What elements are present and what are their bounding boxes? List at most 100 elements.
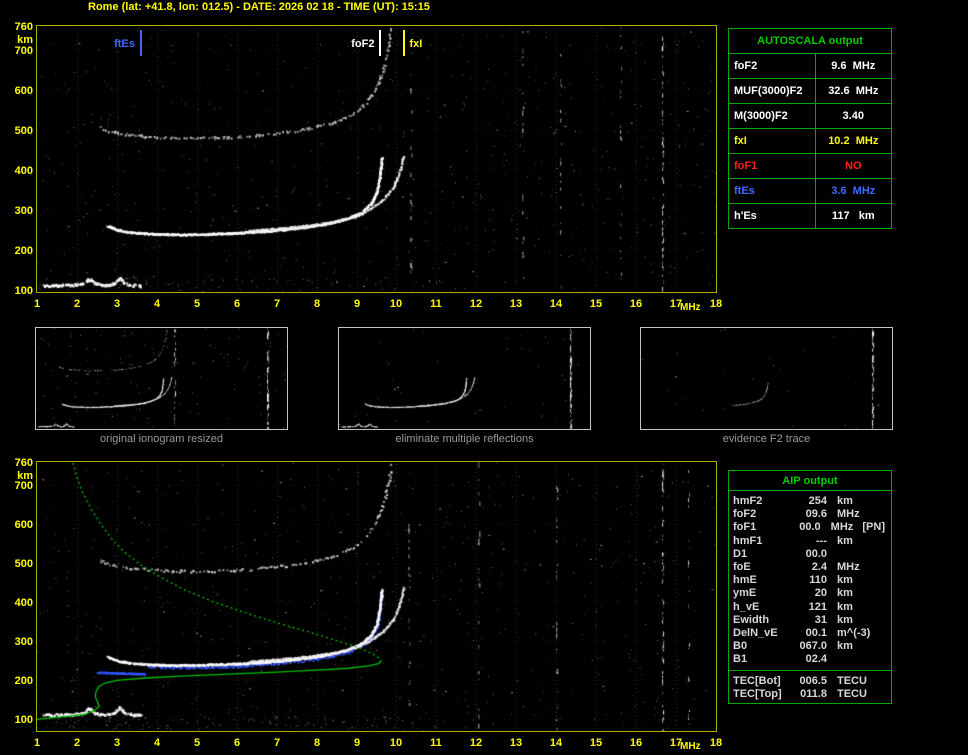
x-tick-label: 8 — [313, 737, 321, 749]
y-tick-label: 700 — [14, 45, 33, 57]
x-tick-label: 9 — [353, 737, 361, 749]
aip-row: B1 02.4 — [729, 653, 891, 666]
thumbnail-eliminate-canvas — [339, 328, 590, 429]
x-tick-label: 2 — [73, 298, 81, 310]
aip-param-value: 006.5 — [799, 674, 827, 687]
x-tick-label: 4 — [153, 298, 161, 310]
x-tick-label: 12 — [469, 737, 483, 749]
x-tick-label: 10 — [389, 298, 403, 310]
aip-param-name: hmF1 — [733, 534, 763, 547]
autoscala-row: M(3000)F2 3.40 — [728, 103, 893, 129]
autoscala-row-label: MUF(3000)F2 — [728, 78, 816, 104]
aip-param-unit: km — [837, 534, 853, 547]
autoscala-row-value: 117 km — [814, 203, 893, 229]
scaled-ionogram-canvas — [37, 26, 716, 292]
y-tick-label: 100 — [14, 285, 33, 297]
y-tick-label: 300 — [14, 205, 33, 217]
aip-row: foE 2.4 MHz — [729, 561, 891, 574]
autoscala-table-header: AUTOSCALA output — [728, 28, 892, 54]
y-tick-label: 300 — [14, 636, 33, 648]
autoscala-row-value: 3.6 MHz — [814, 178, 893, 204]
aip-param-name: DelN_vE — [733, 627, 778, 640]
aip-param-unit — [827, 653, 871, 666]
x-tick-label: 10 — [389, 737, 403, 749]
aip-row: TEC[Top] 011.8 TECU — [729, 688, 891, 701]
aip-param-name: hmE — [733, 574, 757, 587]
y-tick-label: 200 — [14, 245, 33, 257]
aip-param-value: 2.4 — [811, 561, 827, 574]
thumbnail-evidence-f2 — [640, 327, 893, 430]
x-tick-label: 5 — [193, 298, 201, 310]
x-tick-label: 6 — [233, 737, 241, 749]
y-tick-label: 400 — [14, 165, 33, 177]
y-tick-label: 760 — [14, 457, 33, 469]
aip-row: B0 067.0 km — [729, 640, 891, 653]
y-tick-label: 500 — [14, 125, 33, 137]
station-title: Rome (lat: +41.8, lon: 012.5) - DATE: 20… — [88, 1, 430, 13]
autoscala-row-label: fxI — [728, 128, 816, 154]
y-tick-label: 500 — [14, 558, 33, 570]
fof2-marker-line — [379, 30, 382, 56]
restored-ionogram-canvas — [37, 462, 716, 731]
autoscala-row-label: foF1 — [728, 153, 816, 179]
autoscala-row-value: 3.40 — [814, 103, 893, 129]
aip-param-unit: MHz — [837, 508, 860, 521]
aip-param-name: h_vE — [733, 600, 760, 613]
aip-param-unit: MHz — [830, 521, 854, 534]
x-tick-label: 14 — [549, 298, 563, 310]
autoscala-row: MUF(3000)F2 32.6 MHz — [728, 78, 893, 104]
aip-parameter-rows: hmF2 254 km foF2 09.6 MHz foF1 00.0 MHz [PN] hmF1-… — [729, 491, 891, 669]
aip-row: DelN_vE 00.1 m^(-3) — [729, 627, 891, 640]
aip-param-value: 09.6 — [805, 508, 827, 521]
x-tick-label: 3 — [113, 737, 121, 749]
aip-param-name: TEC[Bot] — [733, 674, 781, 687]
aip-output-panel: AIP output hmF2 254 km foF2 09.6 MHz foF1 00.0 M… — [728, 470, 892, 705]
aip-row: h_vE 121 km — [729, 601, 891, 614]
aip-param-value: 00.0 — [799, 521, 821, 534]
aip-param-unit — [827, 548, 871, 561]
aip-param-value: 02.4 — [805, 653, 827, 666]
thumbnail-caption-evidence: evidence F2 trace — [722, 433, 811, 445]
ftes-marker-line — [139, 30, 142, 56]
aip-param-value: 110 — [809, 574, 827, 587]
aip-row: foF1 00.0 MHz [PN] — [729, 521, 891, 534]
thumbnail-original-canvas — [36, 328, 287, 429]
x-tick-label: 3 — [113, 298, 121, 310]
aip-param-unit: km — [837, 640, 853, 653]
aip-row: hmE 110 km — [729, 574, 891, 587]
aip-row: hmF1 --- km — [729, 535, 891, 548]
aip-row: D1 00.0 — [729, 548, 891, 561]
x-tick-label: 18 — [709, 737, 723, 749]
aip-param-name: hmF2 — [733, 495, 763, 507]
fxi-marker-line — [403, 30, 406, 56]
aip-param-value: 067.0 — [799, 640, 827, 653]
y-tick-label: 600 — [14, 85, 33, 97]
aip-param-name: B0 — [733, 640, 748, 653]
autoscala-row: ftEs 3.6 MHz — [728, 178, 893, 204]
aip-param-name: foF1 — [733, 521, 757, 534]
x-tick-label: 13 — [509, 737, 523, 749]
autoscala-row: fxI 10.2 MHz — [728, 128, 893, 154]
fof2-marker-label: foF2 — [351, 38, 375, 50]
x-tick-label: 13 — [509, 298, 523, 310]
y-axis-unit-label: km — [17, 470, 33, 482]
aip-row: TEC[Bot] 006.5 TECU — [729, 675, 891, 688]
aip-param-value: 121 — [808, 600, 827, 613]
aip-row: Ewidth 31 km — [729, 614, 891, 627]
thumbnail-evidence-canvas — [641, 328, 892, 429]
aip-param-extra: [PN] — [862, 521, 885, 534]
aip-param-unit: km — [837, 574, 853, 587]
autoscala-row-label: M(3000)F2 — [728, 103, 816, 129]
autoscala-output-table: AUTOSCALA output foF2 9.6 MHz MUF(3000)F2 3… — [728, 28, 893, 229]
autoscala-row-label: h'Es — [728, 203, 816, 229]
x-tick-label: 4 — [153, 737, 161, 749]
x-tick-label: 18 — [709, 298, 723, 310]
aip-param-name: TEC[Top] — [733, 687, 782, 700]
x-axis-unit-label: MHz — [680, 741, 701, 752]
autoscala-row-value: 10.2 MHz — [814, 128, 893, 154]
aip-row: hmF2 254 km — [729, 495, 891, 508]
x-tick-label: 9 — [353, 298, 361, 310]
x-tick-label: 14 — [549, 737, 563, 749]
aip-param-unit: MHz — [837, 561, 860, 574]
thumbnail-caption-eliminate: eliminate multiple reflections — [395, 433, 534, 445]
